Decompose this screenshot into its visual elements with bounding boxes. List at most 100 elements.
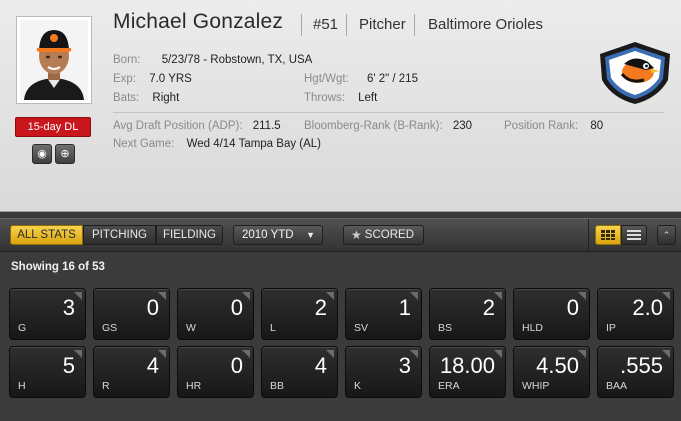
stat-value: 4: [314, 353, 327, 378]
hgtwgt-value: 6' 2" / 215: [366, 73, 418, 85]
stat-tile-r[interactable]: 4 R: [93, 346, 170, 398]
player-photo: [20, 20, 88, 100]
throws-row: Throws: Left: [304, 92, 377, 104]
stat-value: 18.00: [439, 353, 495, 378]
adp-row: Avg Draft Position (ADP): 211.5: [113, 120, 281, 132]
scored-button[interactable]: ★ SCORED: [343, 225, 424, 245]
player-team: Baltimore Orioles: [428, 16, 544, 33]
position-rank-value: 80: [590, 120, 604, 132]
corner-marker-icon: [242, 350, 250, 358]
corner-marker-icon: [578, 292, 586, 300]
player-position: Pitcher: [359, 16, 406, 33]
stat-value: 5: [62, 353, 75, 378]
grid-view-button[interactable]: [595, 225, 621, 245]
stat-value: 0: [230, 295, 243, 320]
brank-row: Bloomberg-Rank (B-Rank): 230: [304, 120, 472, 132]
corner-marker-icon: [326, 350, 334, 358]
stat-tile-sv[interactable]: 1 SV: [345, 288, 422, 340]
corner-marker-icon: [326, 292, 334, 300]
list-view-button[interactable]: [621, 225, 647, 245]
stat-tile-l[interactable]: 2 L: [261, 288, 338, 340]
position-rank-label: Position Rank:: [504, 120, 579, 132]
toolbar-divider: [588, 219, 589, 252]
stat-label: L: [270, 322, 276, 334]
stat-tile-bs[interactable]: 2 BS: [429, 288, 506, 340]
corner-marker-icon: [158, 350, 166, 358]
collapse-button[interactable]: ⌃: [657, 225, 676, 245]
watch-eye-button[interactable]: ◉: [32, 144, 52, 164]
stat-tile-g[interactable]: 3 G: [9, 288, 86, 340]
player-header: 15-day DL ◉ ⊕ Michael Gonzalez #51 Pitch…: [0, 0, 681, 212]
stats-panel: Showing 16 of 53 3 G 0 GS 0 W 2 L 1 SV 2…: [0, 253, 681, 421]
stat-label: BAA: [606, 380, 628, 392]
stat-label: R: [102, 380, 110, 392]
adp-value: 211.5: [252, 120, 281, 132]
exp-label: Exp:: [113, 73, 137, 85]
stat-value: 2: [314, 295, 327, 320]
eye-icon: ◉: [37, 148, 47, 160]
throws-value: Left: [358, 92, 378, 104]
corner-marker-icon: [578, 350, 586, 358]
stat-tile-ip[interactable]: 2.0 IP: [597, 288, 674, 340]
corner-marker-icon: [158, 292, 166, 300]
stat-value: 3: [398, 353, 411, 378]
corner-marker-icon: [242, 292, 250, 300]
injury-status-badge: 15-day DL: [15, 117, 91, 137]
corner-marker-icon: [74, 292, 82, 300]
tab-fielding[interactable]: FIELDING: [156, 225, 223, 245]
stat-value: 0: [566, 295, 579, 320]
next-game-row: Next Game: Wed 4/14 Tampa Bay (AL): [113, 138, 321, 150]
stat-value: 2: [482, 295, 495, 320]
stat-label: K: [354, 380, 362, 392]
collapse-icon: ⌃: [662, 230, 671, 240]
corner-marker-icon: [662, 292, 670, 300]
scored-label: SCORED: [364, 229, 414, 241]
exp-value: 7.0 YRS: [149, 73, 192, 85]
bats-label: Bats:: [113, 92, 140, 104]
stat-tile-h[interactable]: 5 H: [9, 346, 86, 398]
stat-tile-hld[interactable]: 0 HLD: [513, 288, 590, 340]
adp-label: Avg Draft Position (ADP):: [113, 120, 243, 132]
exp-row: Exp: 7.0 YRS: [113, 73, 192, 85]
stats-toolbar: ALL STATS PITCHING FIELDING 2010 YTD ▼ ★…: [0, 218, 681, 252]
born-row: Born: 5/23/78 - Robstown, TX, USA: [113, 54, 312, 66]
throws-label: Throws:: [304, 92, 345, 104]
corner-marker-icon: [410, 350, 418, 358]
stat-label: H: [18, 380, 26, 392]
stat-label: WHIP: [522, 380, 550, 392]
stat-label: IP: [606, 322, 616, 334]
stat-tile-era[interactable]: 18.00 ERA: [429, 346, 506, 398]
stat-tile-bb[interactable]: 4 BB: [261, 346, 338, 398]
stat-tile-k[interactable]: 3 K: [345, 346, 422, 398]
stat-tile-hr[interactable]: 0 HR: [177, 346, 254, 398]
stat-value: .555: [620, 353, 663, 378]
player-number: #51: [313, 16, 339, 33]
stat-tile-w[interactable]: 0 W: [177, 288, 254, 340]
stat-tile-whip[interactable]: 4.50 WHIP: [513, 346, 590, 398]
stat-label: BB: [270, 380, 285, 392]
grid-view-icon: [601, 230, 615, 240]
stat-label: BS: [438, 322, 453, 334]
bats-row: Bats: Right: [113, 92, 179, 104]
add-player-button[interactable]: ⊕: [55, 144, 75, 164]
period-select[interactable]: 2010 YTD ▼: [233, 225, 323, 245]
period-value: 2010 YTD: [242, 229, 294, 241]
stat-tile-gs[interactable]: 0 GS: [93, 288, 170, 340]
brank-value: 230: [452, 120, 473, 132]
stat-value: 4.50: [536, 353, 579, 378]
tab-all-stats[interactable]: ALL STATS: [10, 225, 83, 245]
title-divider: [301, 14, 302, 36]
chevron-down-icon: ▼: [306, 230, 315, 240]
title-divider: [346, 14, 347, 36]
stat-label: W: [186, 322, 196, 334]
hgtwgt-label: Hgt/Wgt:: [304, 73, 349, 85]
stat-label: HLD: [522, 322, 544, 334]
stat-value: 4: [146, 353, 159, 378]
player-name: Michael Gonzalez: [113, 10, 284, 33]
star-icon: ★: [351, 228, 362, 242]
stat-tile-baa[interactable]: .555 BAA: [597, 346, 674, 398]
stat-value: 3: [62, 295, 75, 320]
born-value: 5/23/78 - Robstown, TX, USA: [161, 54, 313, 66]
stat-value: 1: [398, 295, 411, 320]
tab-pitching[interactable]: PITCHING: [83, 225, 156, 245]
